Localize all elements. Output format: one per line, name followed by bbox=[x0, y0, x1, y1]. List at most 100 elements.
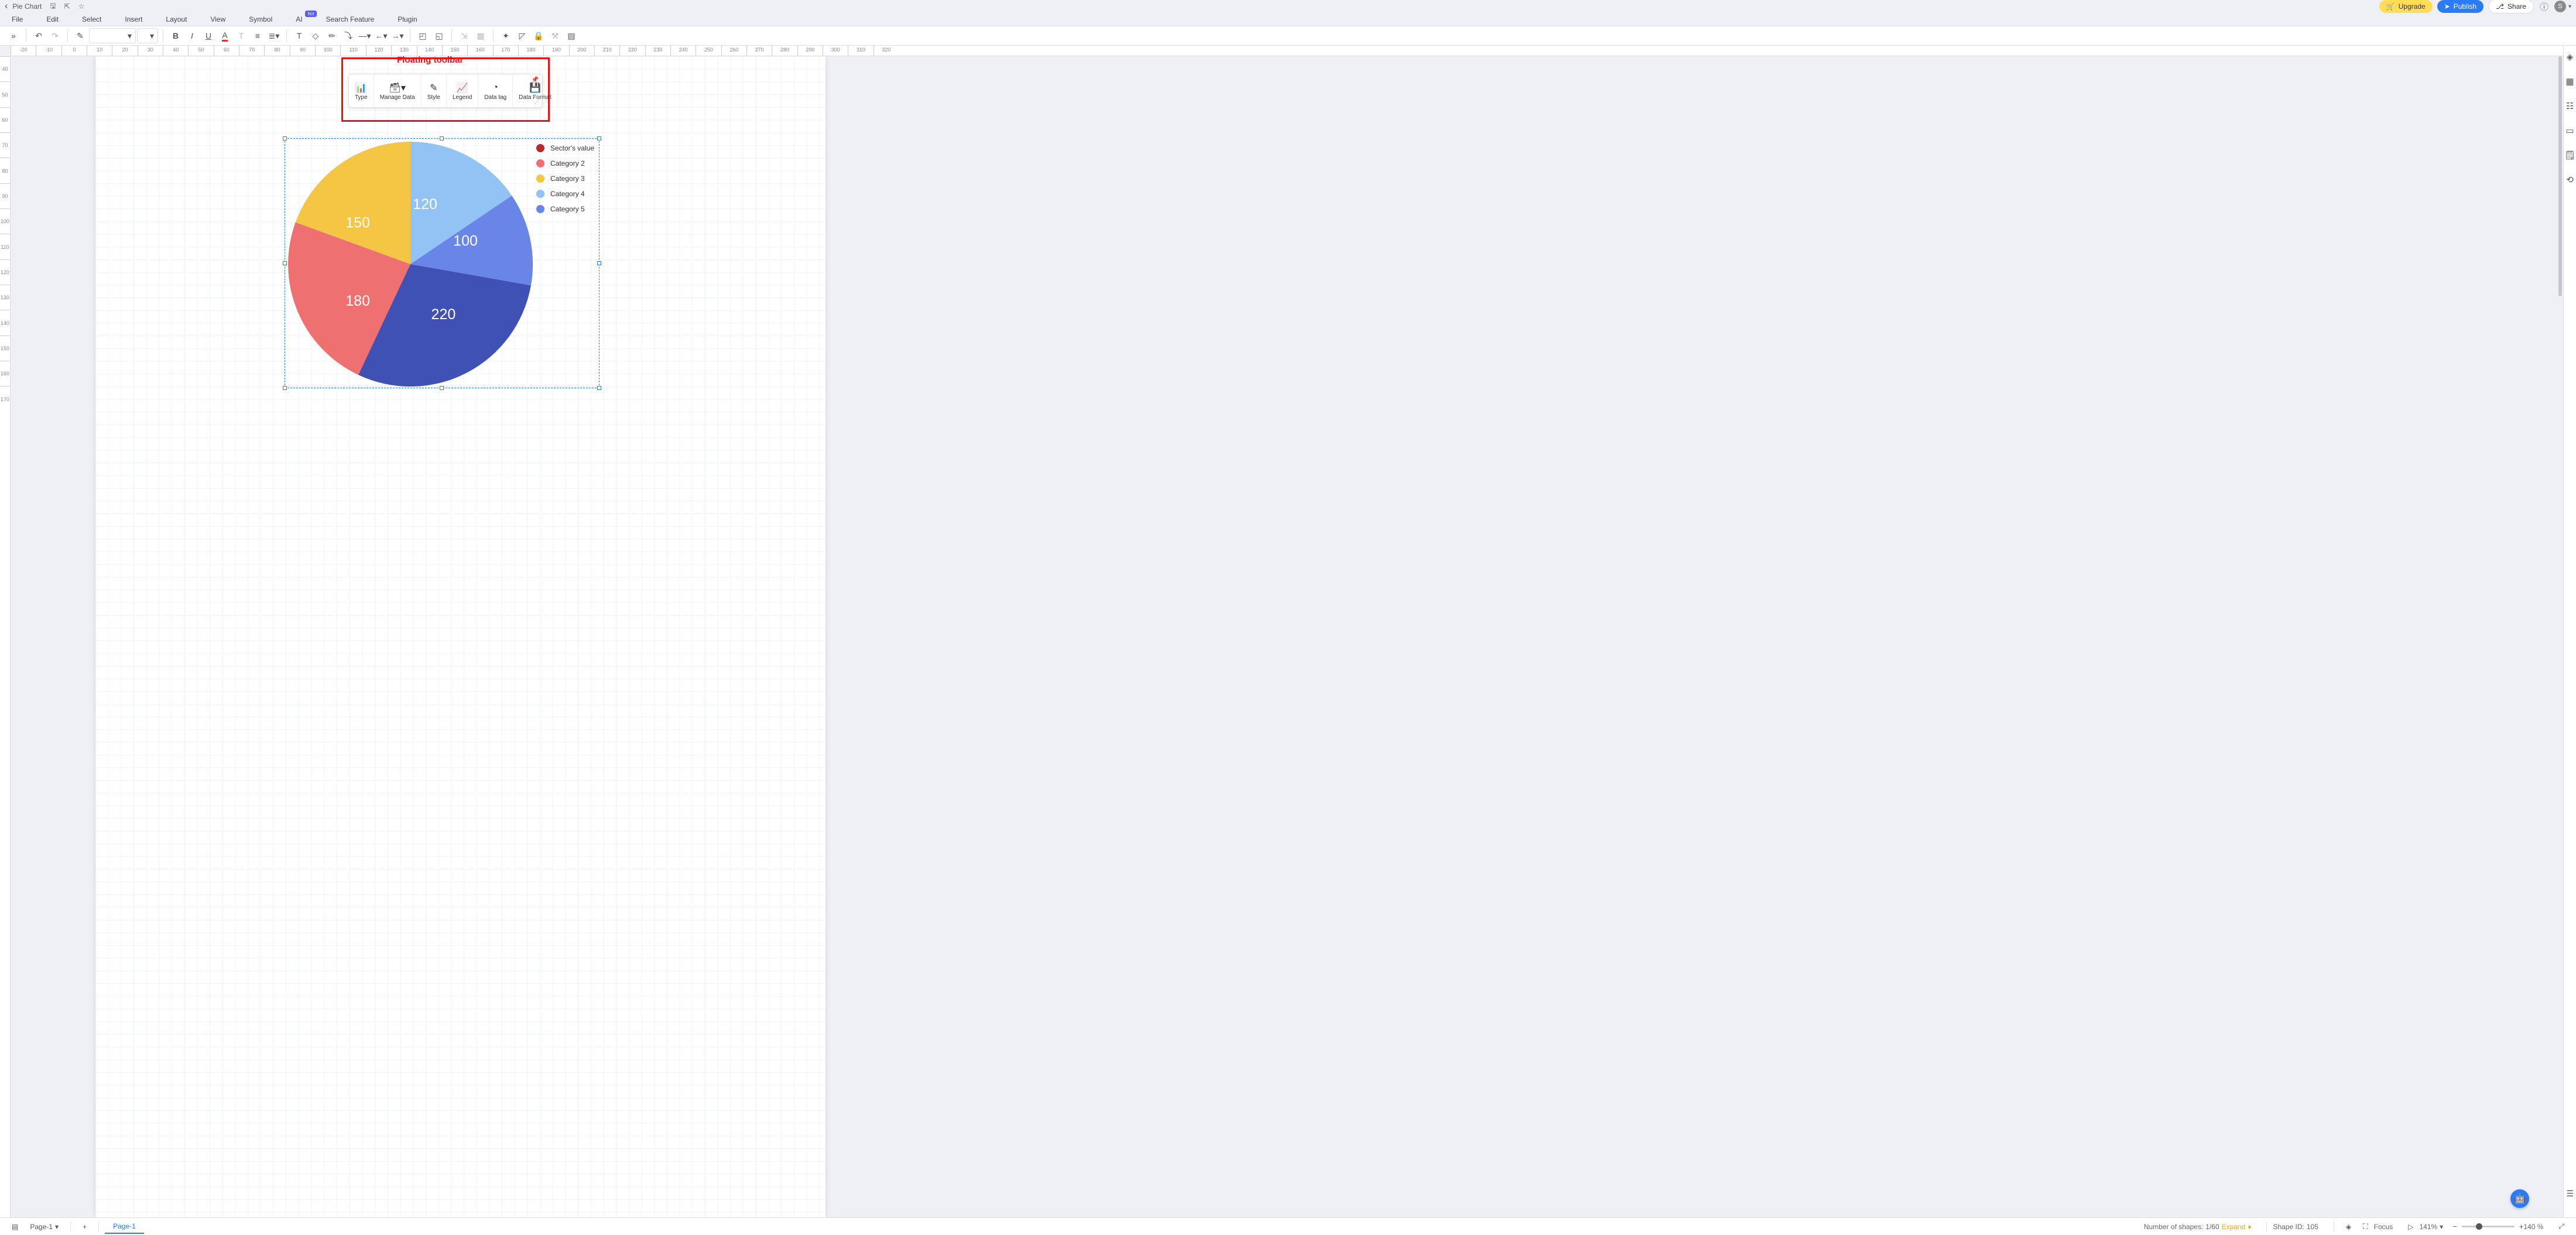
effects-icon[interactable]: ✦ bbox=[498, 28, 513, 43]
menu-plugin[interactable]: Plugin bbox=[386, 15, 429, 23]
zoom-slider[interactable] bbox=[2462, 1226, 2515, 1227]
panel-toggle-icon[interactable]: ☰ bbox=[2566, 1189, 2574, 1199]
export-icon[interactable]: ⇱ bbox=[64, 2, 70, 11]
font-size-select[interactable]: ▾ bbox=[137, 28, 158, 43]
menu-select[interactable]: Select bbox=[70, 15, 113, 23]
format-painter-icon[interactable]: ✎ bbox=[73, 28, 88, 43]
ruler-tick: 300 bbox=[823, 46, 848, 56]
presentation-panel-icon[interactable]: ▭ bbox=[2565, 125, 2574, 136]
workspace: -20 -10 0 10 20 30 40 50 60 70 80 90 100… bbox=[0, 46, 2576, 1217]
menu-layout[interactable]: Layout bbox=[154, 15, 198, 23]
float-data-tag-button[interactable]: ◔ Data tag bbox=[478, 74, 513, 107]
resize-handle[interactable] bbox=[597, 386, 601, 390]
canvas[interactable]: Floating toolbar 📌 📊 Type 🗃▾ Manage Data… bbox=[11, 56, 2563, 1217]
more-icon[interactable]: ⋰ bbox=[535, 98, 540, 105]
tools-icon[interactable]: ⚒ bbox=[547, 28, 563, 43]
bring-front-icon[interactable]: ◰ bbox=[415, 28, 430, 43]
pie-chart[interactable]: 120 150 100 180 220 bbox=[288, 142, 533, 386]
zoom-knob[interactable] bbox=[2476, 1223, 2482, 1230]
float-manage-data-button[interactable]: 🗃▾ Manage Data bbox=[374, 74, 422, 107]
focus-label[interactable]: Focus bbox=[2374, 1223, 2393, 1231]
align-icon[interactable]: ⇲ bbox=[457, 28, 472, 43]
connector-icon[interactable]: ⤵ bbox=[341, 28, 356, 43]
legend-item[interactable]: Category 4 bbox=[536, 190, 594, 198]
pin-icon[interactable]: 📌 bbox=[532, 77, 539, 83]
underline-icon[interactable]: U bbox=[201, 28, 216, 43]
text-style-icon[interactable]: T bbox=[234, 28, 249, 43]
menu-symbol[interactable]: Symbol bbox=[237, 15, 284, 23]
zoom-out-button[interactable]: − bbox=[2452, 1222, 2457, 1231]
publish-button[interactable]: ➤ Publish bbox=[2437, 0, 2483, 13]
undo-icon[interactable]: ↶ bbox=[31, 28, 46, 43]
resize-handle[interactable] bbox=[283, 386, 287, 390]
menu-search-feature[interactable]: Search Feature bbox=[314, 15, 386, 23]
notes-panel-icon[interactable]: 🗒 bbox=[2564, 150, 2575, 160]
font-family-select[interactable]: ▾ bbox=[89, 28, 136, 43]
fullscreen-icon[interactable]: ⤢ bbox=[2553, 1220, 2570, 1233]
float-legend-button[interactable]: 📈 Legend bbox=[447, 74, 478, 107]
play-icon[interactable]: ▷ bbox=[2402, 1220, 2419, 1233]
layers-icon[interactable]: ◈ bbox=[2340, 1220, 2357, 1233]
image-panel-icon[interactable]: ▦ bbox=[2565, 76, 2574, 87]
bold-icon[interactable]: B bbox=[168, 28, 183, 43]
align-left-icon[interactable]: ≡ bbox=[250, 28, 265, 43]
resize-handle[interactable] bbox=[283, 261, 287, 265]
avatar[interactable]: S bbox=[2554, 1, 2566, 12]
legend-item[interactable]: Category 5 bbox=[536, 205, 594, 213]
user-menu-caret-icon[interactable]: ▾ bbox=[2568, 4, 2571, 10]
page-select[interactable]: Page-1 ▾ bbox=[24, 1220, 64, 1233]
italic-icon[interactable]: I bbox=[184, 28, 200, 43]
redo-icon[interactable]: ↷ bbox=[47, 28, 63, 43]
menu-edit[interactable]: Edit bbox=[35, 15, 70, 23]
star-icon[interactable]: ☆ bbox=[78, 2, 85, 11]
fill-panel-icon[interactable]: ◈ bbox=[2567, 52, 2574, 62]
resize-handle[interactable] bbox=[440, 136, 444, 141]
save-icon[interactable]: 🖫 bbox=[50, 1, 56, 13]
resize-handle[interactable] bbox=[597, 136, 601, 141]
line-color-icon[interactable]: ✏ bbox=[324, 28, 340, 43]
float-style-button[interactable]: ✎ Style bbox=[422, 74, 447, 107]
page-list-button[interactable]: ▤ bbox=[6, 1220, 24, 1233]
back-icon[interactable]: ‹ bbox=[5, 1, 8, 12]
table-icon[interactable]: ▤ bbox=[564, 28, 579, 43]
page-tab[interactable]: Page-1 bbox=[105, 1220, 144, 1234]
line-style-icon[interactable]: —▾ bbox=[357, 28, 372, 43]
legend-item[interactable]: Category 3 bbox=[536, 175, 594, 183]
history-panel-icon[interactable]: ⟲ bbox=[2566, 175, 2574, 185]
expand-panel-icon[interactable]: » bbox=[6, 28, 21, 43]
chat-support-button[interactable]: 🤖 bbox=[2510, 1189, 2529, 1208]
legend-item[interactable]: Sector's value bbox=[536, 144, 594, 152]
scrollbar-thumb[interactable] bbox=[2558, 56, 2562, 296]
legend-item[interactable]: Category 2 bbox=[536, 159, 594, 167]
upgrade-button[interactable]: 🛒 Upgrade bbox=[2379, 0, 2433, 13]
menu-file[interactable]: File bbox=[0, 15, 35, 23]
resize-handle[interactable] bbox=[283, 136, 287, 141]
menu-view[interactable]: View bbox=[198, 15, 237, 23]
zoom-pct[interactable]: 141% ▾ bbox=[2419, 1223, 2443, 1231]
send-back-icon[interactable]: ◱ bbox=[431, 28, 447, 43]
menu-insert[interactable]: Insert bbox=[113, 15, 154, 23]
arrow-end-icon[interactable]: →▾ bbox=[390, 28, 405, 43]
fill-color-icon[interactable]: ◇ bbox=[308, 28, 323, 43]
text-color-icon[interactable]: A bbox=[217, 28, 232, 43]
distribute-icon[interactable]: ▦ bbox=[473, 28, 488, 43]
resize-handle[interactable] bbox=[597, 261, 601, 265]
line-spacing-icon[interactable]: ≣▾ bbox=[266, 28, 282, 43]
float-type-button[interactable]: 📊 Type bbox=[349, 74, 374, 107]
resize-handle[interactable] bbox=[440, 386, 444, 390]
vertical-scrollbar[interactable] bbox=[2558, 56, 2563, 1217]
menu-ai[interactable]: AI hot bbox=[284, 15, 314, 23]
fit-icon[interactable]: ⛶ bbox=[2357, 1220, 2373, 1233]
arrow-start-icon[interactable]: ←▾ bbox=[374, 28, 389, 43]
help-icon[interactable]: ⓘ bbox=[2540, 1, 2548, 13]
zoom-in-button[interactable]: + bbox=[2519, 1222, 2524, 1231]
expand-link[interactable]: Expand bbox=[2222, 1223, 2246, 1231]
grid-panel-icon[interactable]: ☷ bbox=[2566, 101, 2574, 111]
text-tool-icon[interactable]: T bbox=[292, 28, 307, 43]
add-page-button[interactable]: + bbox=[77, 1220, 93, 1233]
share-button[interactable]: ⎇ Share bbox=[2488, 0, 2534, 13]
lock-icon[interactable]: 🔒 bbox=[531, 28, 546, 43]
ruler-tick: 40 bbox=[0, 56, 10, 81]
crop-icon[interactable]: ◸ bbox=[515, 28, 530, 43]
upgrade-label: Upgrade bbox=[2399, 2, 2426, 11]
